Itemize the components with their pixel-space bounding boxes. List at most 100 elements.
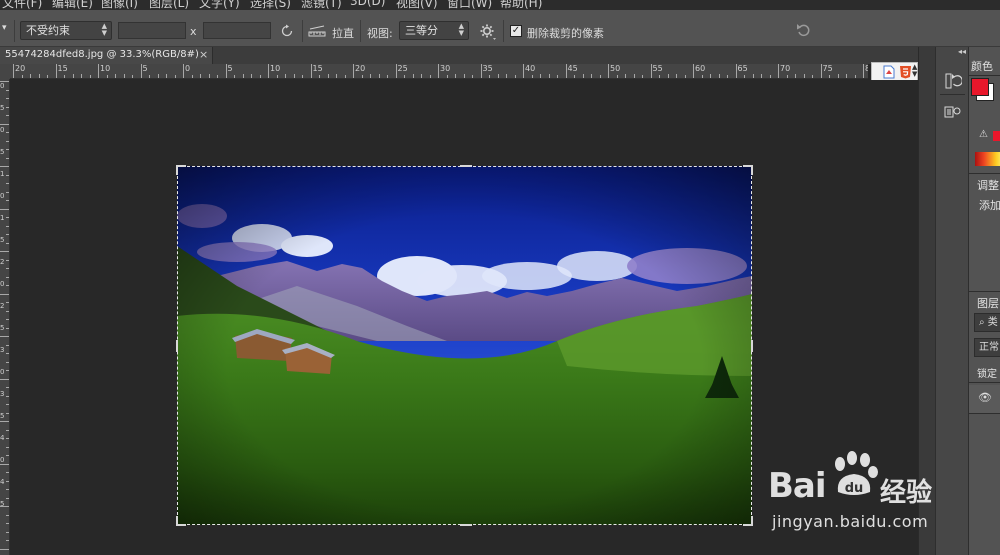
delete-cropped-checkbox[interactable]: ✓ [510, 25, 522, 37]
ruler-label: 0 [0, 280, 5, 288]
ruler-minor-tick [234, 75, 235, 78]
menu-type[interactable]: 文字(Y) [199, 0, 240, 10]
ruler-minor-tick [786, 75, 788, 78]
select-arrows-icon: ▲ ▼ [101, 22, 107, 37]
ruler-minor-tick [633, 74, 635, 78]
document-tab[interactable]: 55474284dfed8.jpg @ 33.3%(RGB/8#) × [0, 47, 213, 64]
ruler-tick [0, 293, 9, 295]
ruler-minor-tick [319, 75, 320, 78]
ruler-minor-tick [72, 74, 74, 78]
ruler-minor-tick [803, 74, 805, 78]
tab-color[interactable]: 颜色 [971, 58, 993, 74]
ruler-minor-tick [404, 75, 405, 78]
gear-icon[interactable] [479, 23, 497, 41]
ruler-minor-tick [540, 74, 541, 78]
straighten-icon[interactable] [308, 23, 326, 39]
addon-widget[interactable]: ▲ ▼ [871, 62, 918, 81]
ruler-tick [6, 540, 9, 541]
ruler-minor-tick [667, 74, 669, 78]
close-tab-icon[interactable]: × [199, 48, 208, 61]
history-icon[interactable] [944, 72, 962, 90]
menu-3d[interactable]: 3D(D) [350, 0, 385, 8]
overlay-view-select[interactable]: 三等分 ▲ ▼ [399, 21, 469, 40]
tool-preset-arrow-icon[interactable]: ▾ [2, 23, 7, 33]
straighten-button[interactable]: 拉直 [332, 25, 354, 41]
ruler-minor-tick [506, 74, 507, 78]
ruler-minor-tick [531, 75, 533, 78]
divider [969, 173, 1000, 174]
menu-layer[interactable]: 图层(L) [149, 0, 189, 10]
menu-help[interactable]: 帮助(H) [500, 0, 542, 10]
warning-icon: ⚠ [979, 129, 988, 140]
ruler-minor-tick [251, 74, 252, 78]
layer-filter-kind: 类 [987, 317, 998, 328]
ruler-tick [6, 404, 9, 405]
ruler-minor-tick [259, 75, 261, 78]
search-icon: ⌕ [979, 317, 985, 328]
ruler-tick [6, 157, 9, 159]
ruler-minor-tick [412, 74, 414, 78]
tab-adjustments[interactable]: 调整 [977, 177, 999, 193]
ruler-minor-tick [616, 75, 618, 78]
layer-filter-field[interactable]: ⌕ 类 [974, 313, 1000, 332]
ruler-tick [6, 174, 9, 176]
ruler-minor-tick [659, 75, 660, 78]
gamut-swatch[interactable] [993, 131, 1000, 141]
ruler-minor-tick [701, 75, 703, 78]
blend-mode-select[interactable]: 正常 [974, 338, 1000, 357]
foreground-color-swatch[interactable] [971, 78, 989, 96]
divider [969, 75, 1000, 76]
ruler-tick [6, 472, 9, 473]
divider [503, 20, 504, 42]
menu-window[interactable]: 窗口(W) [447, 0, 492, 10]
ruler-minor-tick [769, 75, 771, 78]
ruler-tick [6, 387, 9, 388]
ruler-tick [6, 98, 9, 99]
ruler-label: 5 [0, 104, 5, 112]
tab-layers[interactable]: 图层 [977, 295, 999, 311]
swap-dimensions-icon[interactable] [279, 23, 295, 39]
color-ramp[interactable] [975, 152, 1000, 166]
ruler-label: 2 [0, 302, 5, 310]
crop-height-field[interactable] [203, 22, 271, 39]
menu-file[interactable]: 文件(F) [2, 0, 42, 10]
ruler-label: 5 [142, 64, 148, 73]
ratio-preset-select[interactable]: 不受约束 ▲ ▼ [20, 21, 112, 40]
ruler-label: 80 [865, 64, 868, 73]
ruler-major-tick [693, 64, 694, 78]
ruler-minor-tick [327, 74, 329, 78]
ruler-tick [0, 123, 9, 125]
eye-icon[interactable]: 👁 [978, 391, 992, 404]
vertical-ruler[interactable]: 05051015202530354045 [0, 79, 10, 555]
ruler-tick [6, 319, 9, 320]
view-label: 视图: [367, 27, 393, 40]
ruler-tick [6, 276, 9, 278]
menu-image[interactable]: 图像(I) [101, 0, 138, 10]
ruler-tick [6, 140, 9, 142]
ruler-minor-tick [727, 75, 728, 78]
crop-width-field[interactable] [118, 22, 186, 39]
ruler-minor-tick [761, 74, 762, 78]
delete-cropped-label: 删除裁剪的像素 [527, 27, 604, 40]
properties-icon[interactable] [944, 105, 962, 121]
landscape-photo[interactable] [177, 166, 752, 525]
ruler-label: 70 [780, 64, 791, 73]
ruler-tick [6, 225, 9, 227]
ruler-label: 0 [0, 368, 5, 376]
menu-view[interactable]: 视图(V) [396, 0, 438, 10]
collapsed-panel-column: ◂◂ [935, 47, 968, 555]
ruler-tick [6, 268, 9, 269]
menu-filter[interactable]: 滤镜(T) [301, 0, 342, 10]
menu-select[interactable]: 选择(S) [250, 0, 291, 10]
ruler-major-tick [438, 64, 439, 78]
menu-edit[interactable]: 编辑(E) [52, 0, 93, 10]
reset-icon[interactable] [795, 22, 813, 38]
ruler-minor-tick [123, 74, 125, 78]
horizontal-ruler[interactable]: 201510505101520253035404550556065707580 [10, 64, 868, 79]
ruler-label: 20 [355, 64, 366, 73]
collapse-arrows-icon[interactable]: ◂◂ [958, 47, 966, 56]
ruler-tick [6, 489, 9, 490]
ruler-label: 5 [0, 324, 5, 332]
layer-row[interactable]: 👁 [969, 385, 1000, 413]
ruler-major-tick [480, 64, 482, 78]
